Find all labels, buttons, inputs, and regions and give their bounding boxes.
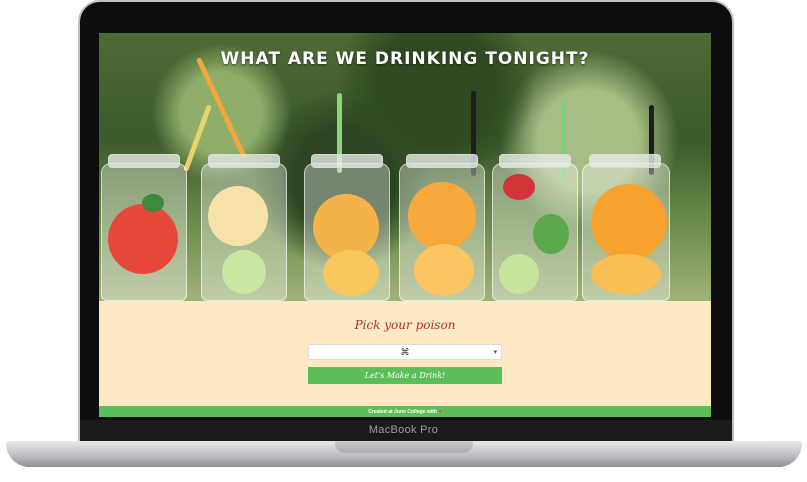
drink-jar: [399, 154, 485, 301]
drink-jar: [304, 154, 390, 301]
chevron-down-icon: ▾: [493, 349, 497, 356]
drink-jar: [492, 154, 578, 301]
lime-slice: [222, 250, 266, 294]
laptop-notch: [335, 441, 473, 453]
jar-lid: [589, 154, 661, 168]
mint-leaf: [533, 214, 569, 254]
jar-lid: [311, 154, 383, 168]
drink-jar: [101, 154, 187, 301]
lime-slice: [499, 254, 539, 294]
heart-icon: ♥: [438, 408, 442, 415]
orange-slice: [591, 254, 661, 294]
pick-your-poison-heading: Pick your poison: [354, 318, 456, 332]
jar-lid: [208, 154, 280, 168]
drink-jar: [201, 154, 287, 301]
drink-jar: [582, 154, 670, 301]
orange-slice: [591, 184, 667, 260]
orange-slice: [323, 250, 379, 296]
jar-lid: [108, 154, 180, 168]
footer: Created at Juno College with ♥: [99, 406, 711, 417]
jar-lid: [406, 154, 478, 168]
watermelon-slice: [108, 204, 178, 274]
strawberry: [503, 174, 535, 200]
make-drink-button[interactable]: Let's Make a Drink!: [308, 367, 502, 384]
hero-image: WHAT ARE WE DRINKING TONIGHT?: [99, 33, 711, 301]
select-value: ⌘: [400, 346, 410, 357]
browser-screen: WHAT ARE WE DRINKING TONIGHT? Pick your …: [99, 33, 711, 417]
laptop-brand-label: MacBook Pro: [368, 424, 439, 436]
orange-slice: [414, 244, 474, 296]
orange-slice: [408, 182, 476, 250]
footer-text: Created at Juno College with: [368, 408, 437, 415]
page-title: WHAT ARE WE DRINKING TONIGHT?: [220, 49, 590, 69]
mint-leaf: [142, 194, 164, 212]
jar-lid: [499, 154, 571, 168]
drink-select[interactable]: ⌘ ▾: [308, 344, 502, 360]
apple-slice: [208, 186, 268, 246]
